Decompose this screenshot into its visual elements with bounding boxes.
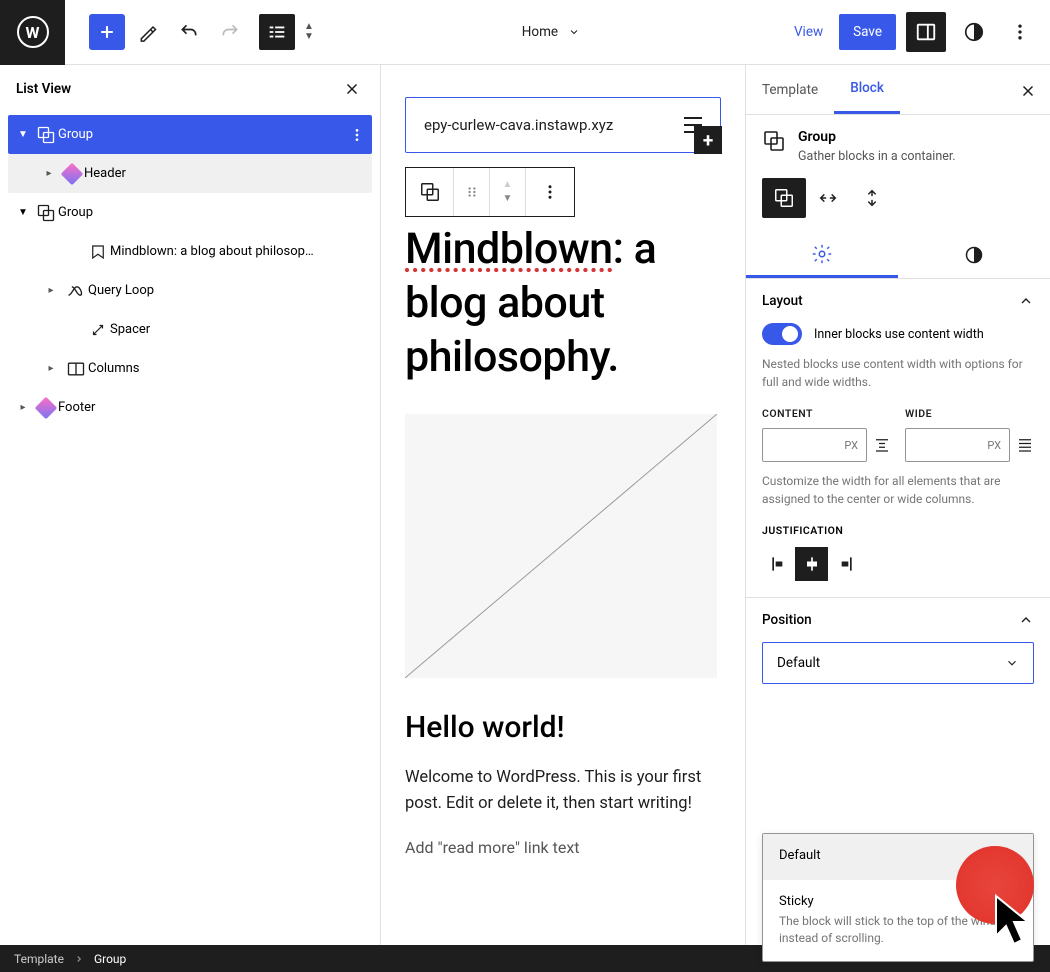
- list-item-group-2[interactable]: ▼ Group: [8, 193, 372, 232]
- position-panel: Position Default: [746, 598, 1050, 700]
- chevron-up-icon: [1018, 612, 1034, 628]
- diamond-icon: [60, 166, 84, 182]
- featured-image-placeholder[interactable]: [405, 414, 717, 678]
- page-selector[interactable]: Home: [314, 24, 788, 40]
- site-url-bar[interactable]: epy-curlew-cava.instawp.xyz +: [405, 97, 721, 153]
- content-align-icon[interactable]: [873, 436, 891, 454]
- wide-width-input[interactable]: PX: [905, 428, 1010, 462]
- breadcrumb-template[interactable]: Template: [14, 952, 64, 966]
- group-icon: [762, 129, 786, 164]
- chevron-right-icon: [74, 954, 84, 964]
- block-options-button[interactable]: [526, 168, 574, 216]
- read-more-link[interactable]: Add "read more" link text: [405, 838, 580, 857]
- list-item-spacer[interactable]: Spacer: [8, 310, 372, 349]
- variant-group[interactable]: [762, 178, 806, 218]
- position-panel-toggle[interactable]: Position: [746, 598, 1050, 642]
- cursor-icon: [990, 892, 1038, 950]
- close-icon[interactable]: [340, 77, 364, 101]
- chevron-up-icon: [1018, 293, 1034, 309]
- close-icon[interactable]: [1014, 77, 1042, 105]
- chevron-up-icon: ▲: [503, 178, 513, 192]
- list-view-title: List View: [16, 81, 71, 97]
- justify-center[interactable]: [795, 547, 828, 581]
- post-title[interactable]: Hello world!: [405, 710, 721, 745]
- redo-button[interactable]: [212, 14, 248, 50]
- list-item-header[interactable]: ▸ Header: [8, 154, 372, 193]
- columns-icon: [64, 359, 88, 379]
- save-button[interactable]: Save: [839, 14, 896, 50]
- options-button[interactable]: [1002, 14, 1038, 50]
- list-item-heading[interactable]: Mindblown: a blog about philosop…: [8, 232, 372, 271]
- block-toolbar: ▲▼: [405, 167, 575, 217]
- spacer-icon: [86, 321, 110, 339]
- loop-icon: [64, 281, 88, 301]
- list-view-button[interactable]: [259, 14, 295, 50]
- subtab-settings[interactable]: [746, 232, 898, 278]
- justify-right[interactable]: [828, 547, 861, 581]
- group-icon: [34, 125, 58, 145]
- heading-icon: [86, 243, 110, 261]
- layout-panel: Layout Inner blocks use content width Ne…: [746, 279, 1050, 598]
- group-icon: [34, 203, 58, 223]
- styles-icon[interactable]: [956, 14, 992, 50]
- list-item-columns[interactable]: ▸ Columns: [8, 349, 372, 388]
- chevron-down-icon: ▼: [304, 32, 314, 42]
- chevron-down-icon: [568, 26, 580, 38]
- block-type-button[interactable]: [406, 168, 454, 216]
- list-item-group-selected[interactable]: ▼ Group: [8, 115, 372, 154]
- page-heading[interactable]: Mindblown: a blog about philosophy.: [405, 223, 721, 384]
- content-width-input[interactable]: PX: [762, 428, 867, 462]
- view-link[interactable]: View: [788, 24, 829, 40]
- move-arrows[interactable]: ▲ ▼: [304, 22, 314, 42]
- drag-handle[interactable]: [454, 168, 490, 216]
- block-header: Group Gather blocks in a container.: [746, 115, 1050, 178]
- chevron-down-icon: ▼: [503, 192, 513, 206]
- inspector-panel: Template Block Group Gather blocks in a …: [745, 65, 1050, 945]
- wide-align-icon[interactable]: [1016, 436, 1034, 454]
- list-item-footer[interactable]: ▸ Footer: [8, 388, 372, 427]
- content-width-toggle[interactable]: [762, 323, 802, 345]
- diamond-icon: [34, 400, 58, 416]
- item-options-icon[interactable]: [342, 127, 372, 143]
- add-block-inline-button[interactable]: +: [694, 126, 722, 154]
- editor-canvas: epy-curlew-cava.instawp.xyz + ▲▼ Mindblo…: [381, 65, 745, 945]
- subtab-styles[interactable]: [898, 232, 1050, 278]
- list-view-panel: List View ▼ Group ▸ Header ▼ Group: [0, 65, 381, 945]
- move-buttons[interactable]: ▲▼: [490, 168, 526, 216]
- variant-stack[interactable]: [850, 178, 894, 218]
- chevron-down-icon: [1005, 656, 1019, 670]
- justify-left[interactable]: [762, 547, 795, 581]
- add-block-button[interactable]: [89, 14, 125, 50]
- tab-template[interactable]: Template: [746, 65, 834, 114]
- settings-panel-button[interactable]: [906, 12, 946, 52]
- variant-row[interactable]: [806, 178, 850, 218]
- layout-panel-toggle[interactable]: Layout: [746, 279, 1050, 323]
- top-toolbar: W ▲ ▼ Home View Save: [0, 0, 1050, 65]
- post-excerpt[interactable]: Welcome to WordPress. This is your first…: [405, 765, 715, 816]
- edit-mode-button[interactable]: [130, 14, 166, 50]
- undo-button[interactable]: [171, 14, 207, 50]
- list-item-query-loop[interactable]: ▸ Query Loop: [8, 271, 372, 310]
- tab-block[interactable]: Block: [834, 65, 900, 114]
- breadcrumb-group[interactable]: Group: [94, 952, 126, 966]
- position-select[interactable]: Default: [762, 642, 1034, 684]
- wordpress-logo[interactable]: W: [0, 0, 65, 65]
